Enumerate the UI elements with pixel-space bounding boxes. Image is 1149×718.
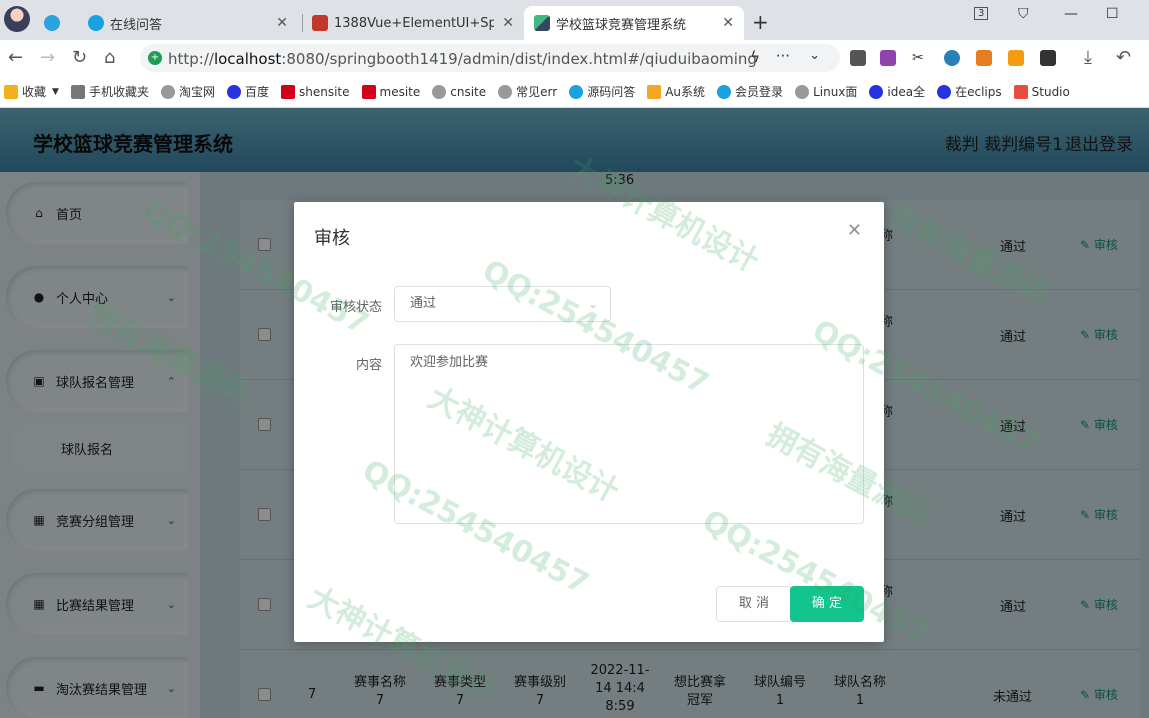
- au-icon: [647, 84, 662, 99]
- tab-counter[interactable]: 3: [974, 7, 989, 20]
- apps-icon[interactable]: [1040, 50, 1056, 66]
- site-icon: [280, 84, 295, 99]
- tab-favicon-icon: [312, 15, 328, 31]
- tab-favicon-icon: [88, 15, 104, 31]
- qa-icon: [569, 84, 584, 99]
- telegram-icon[interactable]: [44, 6, 60, 40]
- more-icon[interactable]: ···: [776, 47, 790, 65]
- forward-icon[interactable]: →: [40, 47, 55, 68]
- dialog-title: 审核: [314, 228, 350, 249]
- bookmark-item[interactable]: Studio: [1013, 84, 1070, 99]
- bookmark-icon: [70, 84, 85, 99]
- bookmark-item[interactable]: mesite: [361, 84, 420, 99]
- bookmark-item[interactable]: 在eclips: [937, 83, 1002, 100]
- close-icon[interactable]: ✕: [847, 220, 862, 241]
- scissors-icon[interactable]: ✂: [912, 50, 928, 66]
- metamask-icon[interactable]: [976, 50, 992, 66]
- site-icon: [361, 84, 376, 99]
- bookmark-item[interactable]: Au系统: [647, 83, 705, 100]
- confirm-button[interactable]: 确 定: [790, 586, 864, 622]
- bookmark-item[interactable]: 收藏 ▼: [4, 83, 59, 100]
- bookmark-item[interactable]: 淘宝网: [160, 83, 215, 100]
- baidu-icon: [937, 84, 952, 99]
- download-icon[interactable]: ⤓: [1084, 47, 1092, 68]
- bookmark-item[interactable]: shensite: [280, 84, 350, 99]
- close-icon[interactable]: ✕: [722, 15, 734, 31]
- tab-online-qa[interactable]: 在线问答 ✕: [78, 6, 298, 40]
- chevron-down-icon[interactable]: ⌄: [809, 48, 820, 63]
- bookmarks-bar: 收藏 ▼ 手机收藏夹 淘宝网 百度 shensite mesite cnsite …: [0, 76, 1149, 108]
- back-icon[interactable]: ←: [8, 47, 23, 68]
- translate-icon[interactable]: [880, 50, 896, 66]
- bookmark-item[interactable]: 手机收藏夹: [70, 83, 149, 100]
- baidu-icon: [869, 84, 884, 99]
- maximize-icon[interactable]: ☐: [1106, 6, 1119, 22]
- bookmark-item[interactable]: Linux面: [795, 83, 857, 100]
- address-bar: ← → ↻ ⌂ + http://localhost:8080/springbo…: [0, 40, 1149, 76]
- globe-icon: [795, 84, 810, 99]
- url-input[interactable]: + http://localhost:8080/springbooth1419/…: [140, 44, 840, 72]
- globe-icon: [160, 84, 175, 99]
- shield-icon[interactable]: [1008, 50, 1024, 66]
- close-icon[interactable]: ✕: [502, 15, 514, 31]
- vue-icon: [534, 15, 550, 31]
- bookmark-item[interactable]: 百度: [226, 83, 269, 100]
- new-tab-button[interactable]: +: [752, 10, 769, 34]
- search-icon[interactable]: [944, 50, 960, 66]
- lightning-icon[interactable]: ϟ: [750, 48, 760, 66]
- shirt-icon[interactable]: ⛉: [1018, 6, 1029, 22]
- bookmark-item[interactable]: cnsite: [432, 84, 486, 99]
- undo-icon[interactable]: ↶: [1116, 47, 1131, 68]
- reload-icon[interactable]: ↻: [72, 47, 87, 68]
- status-label: 审核状态: [329, 300, 382, 315]
- status-select[interactable]: 通过 ⌄: [394, 286, 611, 322]
- browser-tab-bar: 在线问答 ✕ 1388Vue+ElementUI+Sprin ✕ 学校篮球竞赛管…: [0, 0, 1149, 40]
- bookmark-item[interactable]: 会员登录: [717, 83, 783, 100]
- chevron-down-icon: ⌄: [587, 297, 598, 311]
- minimize-icon[interactable]: —: [1064, 6, 1078, 22]
- close-icon[interactable]: ✕: [276, 15, 288, 31]
- bookmark-item[interactable]: 源码问答: [569, 83, 635, 100]
- globe-icon: [498, 84, 513, 99]
- studio-icon: [1013, 84, 1028, 99]
- globe-icon: [432, 84, 447, 99]
- bookmark-item[interactable]: idea全: [869, 83, 925, 100]
- secure-icon: +: [148, 51, 162, 65]
- reader-icon[interactable]: [850, 50, 866, 66]
- content-textarea[interactable]: 欢迎参加比赛: [394, 344, 864, 524]
- baidu-icon: [226, 84, 241, 99]
- audit-dialog: 审核 ✕ 审核状态 通过 ⌄ 内容 欢迎参加比赛 取 消 确 定: [294, 202, 884, 642]
- home-icon[interactable]: ⌂: [104, 47, 115, 68]
- star-icon: [4, 84, 18, 99]
- bookmark-item[interactable]: 常见err: [498, 83, 557, 100]
- content-label: 内容: [355, 358, 382, 373]
- profile-avatar[interactable]: [4, 6, 30, 32]
- tab-active-app[interactable]: 学校篮球竞赛管理系统 ✕: [524, 6, 744, 40]
- cancel-button[interactable]: 取 消: [716, 586, 792, 622]
- tab-project[interactable]: 1388Vue+ElementUI+Sprin ✕: [302, 6, 524, 40]
- cloud-icon: [717, 84, 732, 99]
